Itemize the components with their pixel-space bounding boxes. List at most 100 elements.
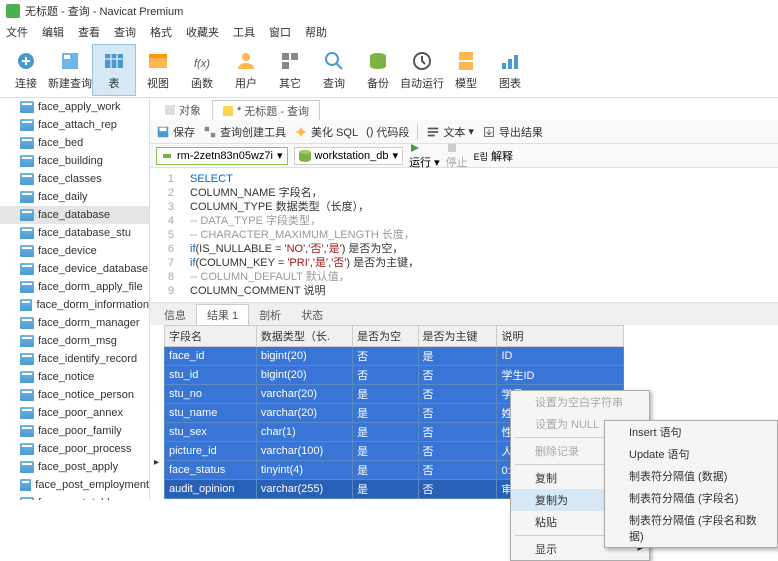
menu-编辑[interactable]: 编辑 bbox=[42, 24, 64, 40]
beautify-sql-button[interactable]: 美化 SQL bbox=[294, 124, 358, 140]
context-submenu[interactable]: Insert 语句Update 语句制表符分隔值 (数据)制表符分隔值 (字段名… bbox=[604, 420, 778, 548]
tree-item-face_dorm_msg[interactable]: face_dorm_msg bbox=[0, 332, 149, 350]
tool-model[interactable]: 模型 bbox=[444, 44, 488, 96]
tree-item-face_device[interactable]: face_device bbox=[0, 242, 149, 260]
tree-item-face_attach_rep[interactable]: face_attach_rep bbox=[0, 116, 149, 134]
tree-item-face_notice[interactable]: face_notice bbox=[0, 368, 149, 386]
tool-auto[interactable]: 自动运行 bbox=[400, 44, 444, 96]
table-row[interactable]: stu_idbigint(20)否否学生ID bbox=[165, 366, 624, 385]
newquery-icon bbox=[58, 49, 82, 73]
menu-查询[interactable]: 查询 bbox=[114, 24, 136, 40]
col-header[interactable]: 是否为空 bbox=[353, 326, 418, 347]
tool-func[interactable]: f(x)函数 bbox=[180, 44, 224, 96]
menu-文件[interactable]: 文件 bbox=[6, 24, 28, 40]
app-icon bbox=[6, 4, 20, 18]
menu-查看[interactable]: 查看 bbox=[78, 24, 100, 40]
connection-bar: rm-2zetn83n05wz7i▾ workstation_db▾ 运行 ▾ … bbox=[150, 144, 778, 168]
tab-result-1[interactable]: 结果 1 bbox=[196, 304, 249, 325]
tree-item-face_device_database[interactable]: face_device_database bbox=[0, 260, 149, 278]
tool-other[interactable]: 其它 bbox=[268, 44, 312, 96]
export-button[interactable]: 导出结果 bbox=[482, 124, 543, 140]
menu-窗口[interactable]: 窗口 bbox=[269, 24, 291, 40]
tool-newquery[interactable]: 新建查询 bbox=[48, 44, 92, 96]
plug-icon bbox=[161, 150, 173, 162]
tree-item-face_classes[interactable]: face_classes bbox=[0, 170, 149, 188]
ctx-sub-Update 语句[interactable]: Update 语句 bbox=[605, 443, 777, 465]
table-row[interactable]: face_idbigint(20)否是ID bbox=[165, 347, 624, 366]
tree-item-face_post_apply[interactable]: face_post_apply bbox=[0, 458, 149, 476]
menu-帮助[interactable]: 帮助 bbox=[305, 24, 327, 40]
ctx-sub-制表符分隔值 (字段名和数据)[interactable]: 制表符分隔值 (字段名和数据) bbox=[605, 509, 777, 547]
tab-query[interactable]: * 无标题 - 查询 bbox=[212, 100, 320, 120]
col-header[interactable]: 数据类型（长. bbox=[256, 326, 352, 347]
tree-item-face_post_employment[interactable]: face_post_employment bbox=[0, 476, 149, 494]
tree-item-face_identify_record[interactable]: face_identify_record bbox=[0, 350, 149, 368]
menu-工具[interactable]: 工具 bbox=[233, 24, 255, 40]
tree-item-face_dorm_manager[interactable]: face_dorm_manager bbox=[0, 314, 149, 332]
tree-item-face_poor_annex[interactable]: face_poor_annex bbox=[0, 404, 149, 422]
ctx-设置为空白字符串: 设置为空白字符串 bbox=[511, 391, 649, 413]
tree-item-face_poor_process[interactable]: face_poor_process bbox=[0, 440, 149, 458]
tree-item-face_daily[interactable]: face_daily bbox=[0, 188, 149, 206]
user-icon bbox=[234, 49, 258, 73]
tool-table[interactable]: 表 bbox=[92, 44, 136, 96]
export-icon bbox=[482, 125, 496, 139]
tab-profile[interactable]: 剖析 bbox=[249, 305, 291, 325]
code-segment-button[interactable]: ()代码段 bbox=[366, 124, 409, 140]
menu-收藏夹[interactable]: 收藏夹 bbox=[186, 24, 219, 40]
tree-item-face_dorm_information[interactable]: face_dorm_information bbox=[0, 296, 149, 314]
tool-backup[interactable]: 备份 bbox=[356, 44, 400, 96]
table-icon bbox=[20, 173, 34, 185]
tool-query[interactable]: 查询 bbox=[312, 44, 356, 96]
table-icon bbox=[20, 479, 31, 491]
tree-item-face_database[interactable]: face_database bbox=[0, 206, 149, 224]
table-icon bbox=[20, 101, 34, 113]
row-pointer-icon: ▸ bbox=[154, 457, 159, 468]
col-header[interactable]: 字段名 bbox=[165, 326, 257, 347]
stop-button[interactable]: 停止 bbox=[446, 142, 468, 170]
tool-conn[interactable]: 连接 bbox=[4, 44, 48, 96]
tab-objects[interactable]: 对象 bbox=[154, 100, 212, 120]
save-icon bbox=[156, 125, 170, 139]
col-header[interactable]: 说明 bbox=[497, 326, 624, 347]
tree-item-face_post_table[interactable]: face_post_table bbox=[0, 494, 149, 500]
query-toolbar: 保存 查询创建工具 美化 SQL ()代码段 文本 ▾ 导出结果 bbox=[150, 120, 778, 144]
ctx-sub-制表符分隔值 (字段名)[interactable]: 制表符分隔值 (字段名) bbox=[605, 487, 777, 509]
save-button[interactable]: 保存 bbox=[156, 124, 195, 140]
run-button[interactable]: 运行 ▾ bbox=[409, 142, 440, 170]
database-dropdown[interactable]: workstation_db▾ bbox=[294, 147, 404, 165]
ctx-sub-制表符分隔值 (数据)[interactable]: 制表符分隔值 (数据) bbox=[605, 465, 777, 487]
query-icon bbox=[322, 49, 346, 73]
object-tree[interactable]: face_apply_workface_attach_repface_bedfa… bbox=[0, 98, 150, 500]
connection-dropdown[interactable]: rm-2zetn83n05wz7i▾ bbox=[156, 147, 288, 165]
explain-button[interactable]: E립 解释 bbox=[474, 148, 513, 164]
tab-status[interactable]: 状态 bbox=[291, 305, 333, 325]
table-icon bbox=[20, 299, 32, 311]
tool-user[interactable]: 用户 bbox=[224, 44, 268, 96]
tool-chart[interactable]: 图表 bbox=[488, 44, 532, 96]
tree-item-face_dorm_apply_file[interactable]: face_dorm_apply_file bbox=[0, 278, 149, 296]
tree-item-face_building[interactable]: face_building bbox=[0, 152, 149, 170]
model-icon bbox=[454, 49, 478, 73]
tree-item-face_apply_work[interactable]: face_apply_work bbox=[0, 98, 149, 116]
grid-icon bbox=[165, 105, 175, 115]
separator bbox=[417, 124, 418, 140]
text-button[interactable]: 文本 ▾ bbox=[426, 124, 474, 140]
tool-view[interactable]: 视图 bbox=[136, 44, 180, 96]
col-header[interactable]: 是否为主键 bbox=[418, 326, 497, 347]
tree-item-face_database_stu[interactable]: face_database_stu bbox=[0, 224, 149, 242]
menu-格式[interactable]: 格式 bbox=[150, 24, 172, 40]
main-toolbar: 连接新建查询表视图f(x)函数用户其它查询备份自动运行模型图表 bbox=[0, 42, 778, 98]
sql-editor[interactable]: 1SELECT2 COLUMN_NAME 字段名，3 COLUMN_TYPE 数… bbox=[150, 168, 778, 303]
table-icon bbox=[20, 119, 34, 131]
tree-item-face_bed[interactable]: face_bed bbox=[0, 134, 149, 152]
query-builder-button[interactable]: 查询创建工具 bbox=[203, 124, 286, 140]
tree-item-face_notice_person[interactable]: face_notice_person bbox=[0, 386, 149, 404]
tab-info[interactable]: 信息 bbox=[154, 305, 196, 325]
result-tabbar: 信息 结果 1 剖析 状态 bbox=[150, 303, 778, 325]
table-icon bbox=[102, 49, 126, 73]
sparkle-icon bbox=[294, 125, 308, 139]
tree-item-face_poor_family[interactable]: face_poor_family bbox=[0, 422, 149, 440]
table-icon bbox=[20, 371, 34, 383]
ctx-sub-Insert 语句[interactable]: Insert 语句 bbox=[605, 421, 777, 443]
